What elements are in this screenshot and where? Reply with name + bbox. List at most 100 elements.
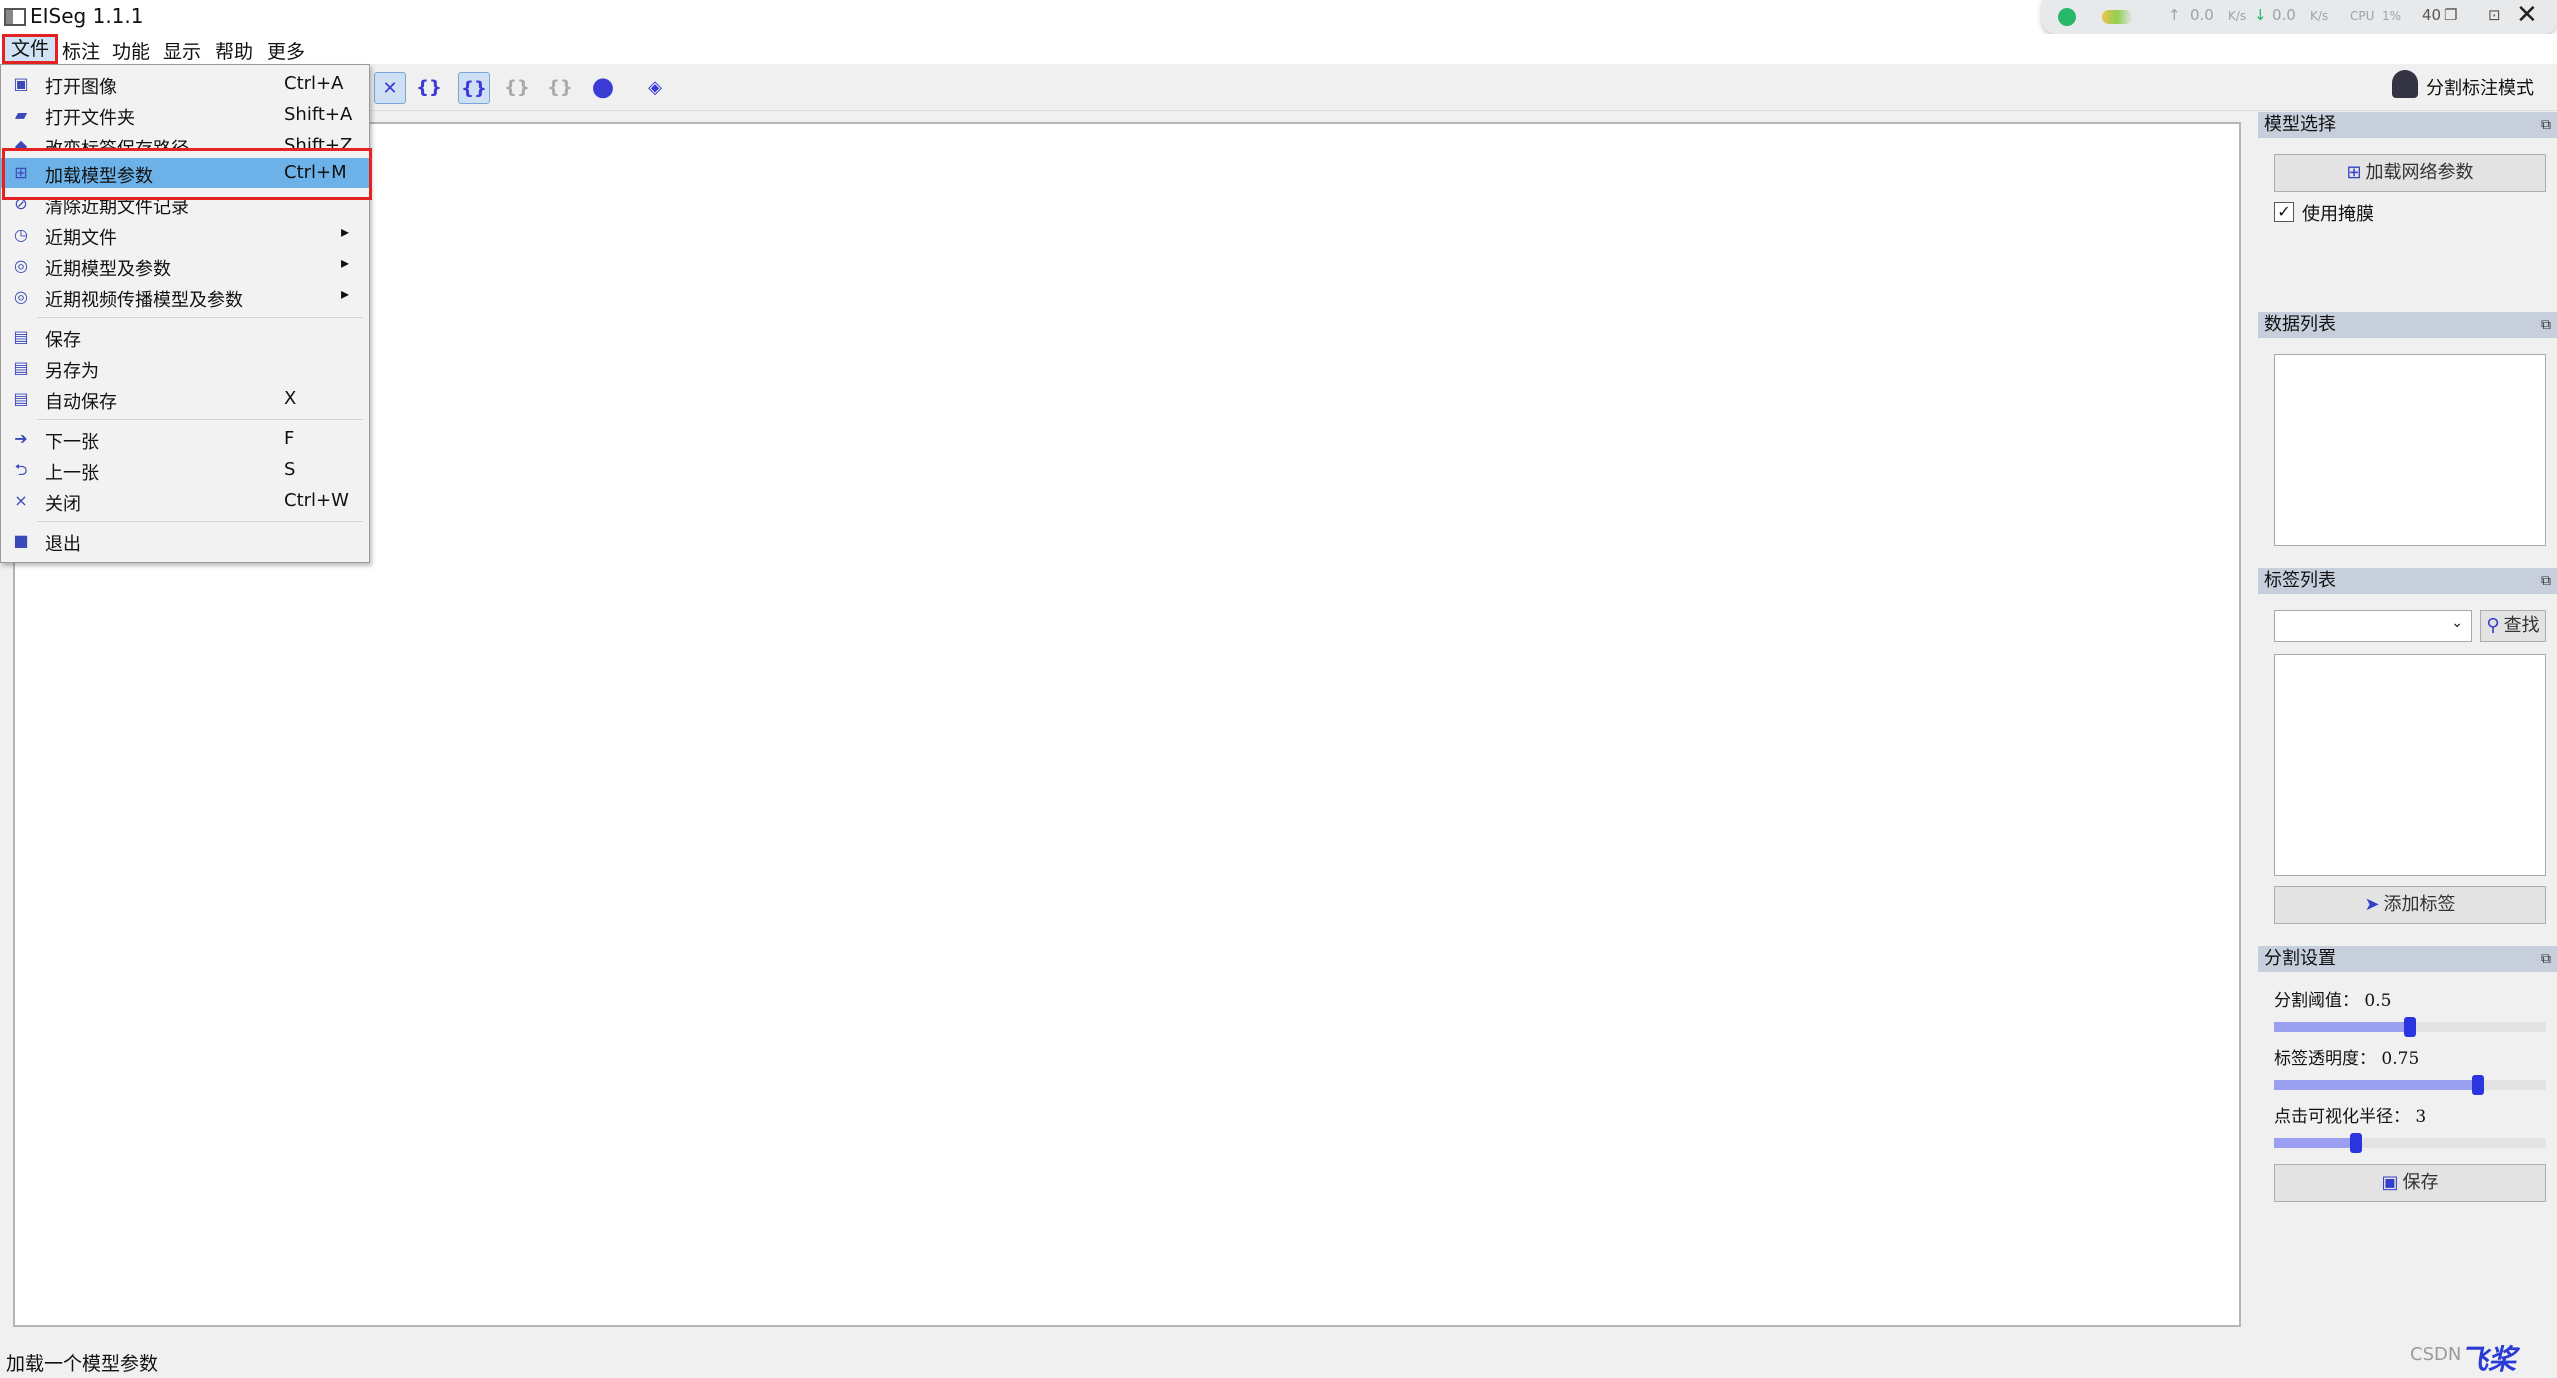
folder-icon: ▰ bbox=[14, 105, 28, 124]
mode-selector[interactable]: 分割标注模式 bbox=[2426, 74, 2534, 100]
panel-labels-title: 标签列表 bbox=[2264, 570, 2336, 591]
float-icon[interactable]: ⧉ bbox=[2541, 312, 2551, 338]
submenu-arrow-icon: ▸ bbox=[341, 222, 350, 241]
menu-function[interactable]: 功能 bbox=[112, 37, 150, 64]
menu-item-save-as[interactable]: ▤ 另存为 bbox=[1, 353, 369, 383]
json-tool-icon[interactable]: {} bbox=[414, 72, 444, 102]
menu-more[interactable]: 更多 bbox=[267, 37, 305, 64]
menu-bar: 标注 功能 显示 帮助 更多 bbox=[0, 34, 2557, 64]
coco-tool-icon[interactable]: {} bbox=[458, 72, 490, 104]
data-list[interactable] bbox=[2274, 354, 2546, 546]
battery-icon bbox=[2102, 10, 2132, 24]
use-mask-checkbox[interactable]: ✓ bbox=[2274, 202, 2294, 222]
status-bar-text: 加载一个模型参数 bbox=[6, 1353, 159, 1375]
save-settings-button[interactable]: ▣ 保存 bbox=[2274, 1164, 2546, 1202]
prev-icon: ⮌ bbox=[14, 460, 28, 479]
crosshair-tool-icon[interactable]: ✕ bbox=[374, 72, 406, 104]
app-icon bbox=[4, 8, 26, 26]
file-menu-dropdown: ▣ 打开图像 Ctrl+A ▰ 打开文件夹 Shift+A ◆ 改变标签保存路径… bbox=[0, 64, 370, 563]
label-search-select[interactable]: ⌄ bbox=[2274, 610, 2472, 642]
menu-item-next[interactable]: ➔ 下一张 F bbox=[1, 424, 369, 454]
polygon-tool-icon[interactable]: ◈ bbox=[640, 72, 670, 102]
radius-slider-fill bbox=[2274, 1138, 2356, 1148]
save-icon: ▤ bbox=[13, 327, 29, 346]
panel-data-title: 数据列表 bbox=[2264, 314, 2336, 335]
threshold-value: 0.5 bbox=[2364, 991, 2392, 1011]
submenu-arrow-icon: ▸ bbox=[341, 284, 350, 303]
user-icon bbox=[2392, 70, 2418, 98]
menu-item-open-folder[interactable]: ▰ 打开文件夹 Shift+A bbox=[1, 100, 369, 130]
menu-item-open-image[interactable]: ▣ 打开图像 Ctrl+A bbox=[1, 69, 369, 99]
label-list[interactable] bbox=[2274, 654, 2546, 876]
menu-item-save[interactable]: ▤ 保存 bbox=[1, 322, 369, 352]
float-icon[interactable]: ⧉ bbox=[2541, 568, 2551, 594]
recent-video-icon: ◎ bbox=[14, 287, 28, 306]
opacity-slider[interactable] bbox=[2274, 1075, 2546, 1095]
radius-label: 点击可视化半径： 3 bbox=[2274, 1107, 2427, 1127]
panel-data-header: 数据列表 ⧉ bbox=[2258, 312, 2557, 338]
exit-icon: ■ bbox=[13, 531, 29, 550]
window-close-button[interactable]: ✕ bbox=[2516, 0, 2538, 30]
search-icon: ⚲ bbox=[2486, 615, 2500, 636]
paddle-brand-logo: 飞桨 bbox=[2460, 1343, 2517, 1376]
network-icon: ⊞ bbox=[2346, 162, 2362, 183]
radius-value: 3 bbox=[2415, 1107, 2427, 1127]
menu-item-recent-files[interactable]: ◷ 近期文件 ▸ bbox=[1, 220, 369, 250]
menu-separator bbox=[37, 419, 363, 420]
menu-item-change-save-path[interactable]: ◆ 改变标签保存路径 Shift+Z bbox=[1, 131, 369, 149]
autosave-icon: ▤ bbox=[13, 389, 29, 408]
annotation-highlight-box bbox=[2, 148, 372, 200]
download-unit: K/s bbox=[2310, 9, 2329, 23]
download-arrow-icon: ↓ bbox=[2254, 6, 2267, 24]
panel-labels-header: 标签列表 ⧉ bbox=[2258, 568, 2557, 594]
menu-file[interactable]: 文件 bbox=[2, 34, 58, 64]
toolbar: ✕ {} {} {} {} ● ◈ bbox=[0, 64, 2557, 111]
threshold-slider[interactable] bbox=[2274, 1017, 2546, 1037]
submenu-arrow-icon: ▸ bbox=[341, 253, 350, 272]
menu-help[interactable]: 帮助 bbox=[215, 37, 253, 64]
radius-slider[interactable] bbox=[2274, 1133, 2546, 1153]
float-icon[interactable]: ⧉ bbox=[2541, 946, 2551, 972]
menu-item-close[interactable]: × 关闭 Ctrl+W bbox=[1, 486, 369, 516]
download-speed: 0.0 bbox=[2272, 6, 2296, 24]
window-restore-icon[interactable]: ❐ bbox=[2444, 6, 2457, 24]
next-icon: ➔ bbox=[14, 429, 28, 448]
camera-icon[interactable]: ⊡ bbox=[2488, 6, 2501, 24]
label-search-button[interactable]: ⚲ 查找 bbox=[2480, 610, 2546, 642]
save-as-icon: ▤ bbox=[13, 358, 29, 377]
menu-annotate[interactable]: 标注 bbox=[62, 37, 100, 64]
float-icon[interactable]: ⧉ bbox=[2541, 112, 2551, 138]
menu-item-prev[interactable]: ⮌ 上一张 S bbox=[1, 455, 369, 485]
system-monitor-widget: ↑ 0.0 K/s ↓ 0.0 K/s CPU 1% 40 ❐ ⊡ bbox=[2042, 0, 2557, 34]
use-mask-label: 使用掩膜 bbox=[2302, 204, 2374, 225]
panel-seg-title: 分割设置 bbox=[2264, 948, 2336, 969]
circle-tool-icon[interactable]: ● bbox=[588, 72, 618, 102]
add-label-button[interactable]: ➤ 添加标签 bbox=[2274, 886, 2546, 924]
load-model-params-button[interactable]: ⊞ 加载网络参数 bbox=[2274, 154, 2546, 192]
menu-item-autosave[interactable]: ▤ 自动保存 X bbox=[1, 384, 369, 414]
opacity-value: 0.75 bbox=[2381, 1049, 2420, 1069]
upload-arrow-icon: ↑ bbox=[2168, 6, 2181, 24]
temperature: 40 bbox=[2422, 6, 2442, 24]
watermark-text: CSDN bbox=[2410, 1344, 2462, 1365]
cpu-label: CPU bbox=[2350, 9, 2375, 23]
recent-model-icon: ◎ bbox=[14, 256, 28, 275]
menu-display[interactable]: 显示 bbox=[163, 37, 201, 64]
upload-speed: 0.0 bbox=[2190, 6, 2214, 24]
threshold-label: 分割阈值： 0.5 bbox=[2274, 991, 2392, 1011]
panel-model-title: 模型选择 bbox=[2264, 114, 2336, 135]
menu-item-exit[interactable]: ■ 退出 bbox=[1, 526, 369, 556]
panel-seg-header: 分割设置 ⧉ bbox=[2258, 946, 2557, 972]
xml-tool-icon[interactable]: {} bbox=[502, 72, 532, 102]
menu-separator bbox=[37, 317, 363, 318]
yolo-tool-icon[interactable]: {} bbox=[545, 72, 575, 102]
radius-slider-handle[interactable] bbox=[2350, 1133, 2362, 1153]
close-icon: × bbox=[14, 491, 28, 510]
opacity-label: 标签透明度： 0.75 bbox=[2274, 1049, 2420, 1069]
upload-unit: K/s bbox=[2228, 9, 2247, 23]
menu-item-recent-models[interactable]: ◎ 近期模型及参数 ▸ bbox=[1, 251, 369, 281]
opacity-slider-handle[interactable] bbox=[2472, 1075, 2484, 1095]
menu-item-recent-video-models[interactable]: ◎ 近期视频传播模型及参数 ▸ bbox=[1, 282, 369, 312]
menu-separator bbox=[37, 521, 363, 522]
threshold-slider-handle[interactable] bbox=[2404, 1017, 2416, 1037]
